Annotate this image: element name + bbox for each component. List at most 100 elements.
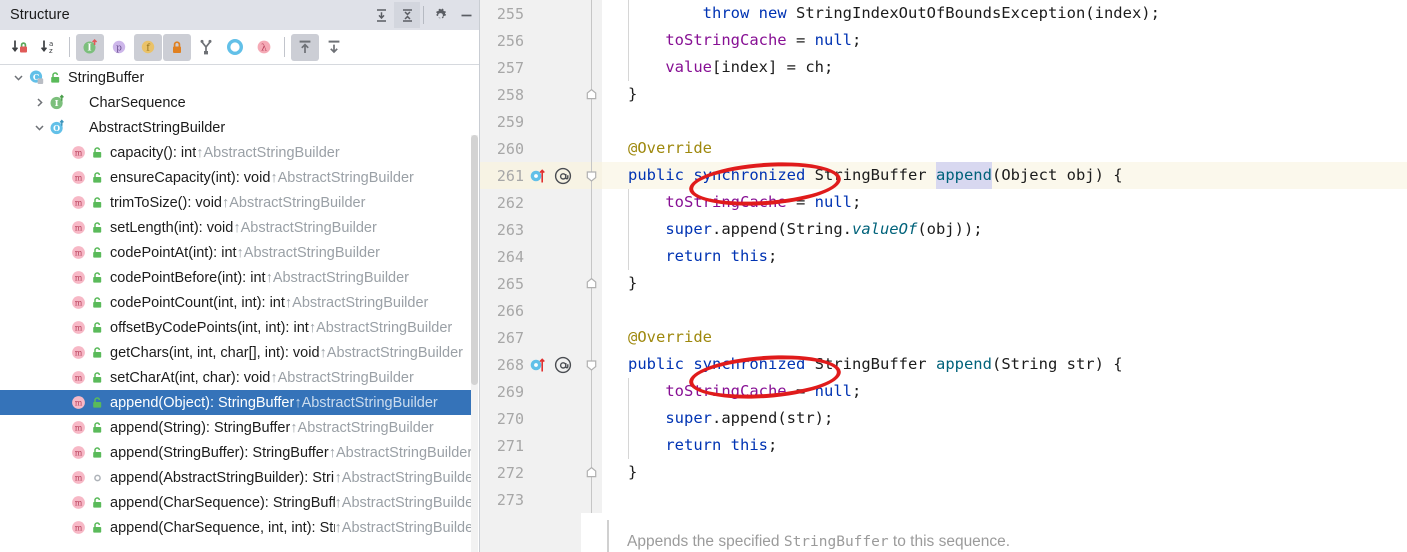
- editor-line[interactable]: 272}: [480, 459, 1407, 486]
- gutter-row[interactable]: 271: [480, 432, 581, 459]
- editor-line[interactable]: 256 toStringCache = null;: [480, 27, 1407, 54]
- show-non-public-icon[interactable]: [163, 33, 191, 61]
- tree-node[interactable]: m trimToSize(): void ↑AbstractStringBuild…: [0, 190, 478, 215]
- code-text[interactable]: [602, 297, 1407, 324]
- code-text[interactable]: toStringCache = null;: [602, 378, 1407, 405]
- gutter-row[interactable]: 257: [480, 54, 581, 81]
- fold-marker-end-icon[interactable]: [581, 270, 602, 297]
- editor-line[interactable]: 268 public synchronized StringBuffer appe…: [480, 351, 1407, 378]
- minimize-icon[interactable]: [453, 2, 479, 28]
- tree-node[interactable]: m append(CharSequence): StringBuffer ↑Abs…: [0, 490, 478, 515]
- code-editor[interactable]: 255 throw new StringIndexOutOfBoundsExce…: [480, 0, 1407, 552]
- editor-line[interactable]: 271 return this;: [480, 432, 1407, 459]
- show-lambdas-icon[interactable]: λ: [250, 34, 278, 61]
- tree-twisty-right-icon[interactable]: [31, 90, 48, 115]
- fold-chevron[interactable]: [585, 168, 598, 184]
- show-anonymous-classes-icon[interactable]: [192, 34, 220, 61]
- show-properties-icon[interactable]: p: [105, 34, 133, 61]
- code-text[interactable]: value [index] = ch;: [602, 54, 1407, 81]
- code-text[interactable]: @Override: [602, 324, 1407, 351]
- editor-line[interactable]: 263 super .append(String. valueOf (obj));: [480, 216, 1407, 243]
- editor-line[interactable]: 255 throw new StringIndexOutOfBoundsExce…: [480, 0, 1407, 27]
- gutter-row[interactable]: 262: [480, 189, 581, 216]
- gutter-row[interactable]: 267: [480, 324, 581, 351]
- tree-node[interactable]: m setLength(int): void ↑AbstractStringBui…: [0, 215, 478, 240]
- editor-line[interactable]: 259: [480, 108, 1407, 135]
- tree-node[interactable]: O AbstractStringBuilder: [0, 115, 478, 140]
- tree-node[interactable]: m codePointCount(int, int): int ↑Abstract…: [0, 290, 478, 315]
- fold-marker-start-icon[interactable]: [581, 351, 602, 378]
- gutter-row[interactable]: 256: [480, 27, 581, 54]
- override-icon[interactable]: [529, 166, 551, 186]
- gutter-row[interactable]: 266: [480, 297, 581, 324]
- editor-line[interactable]: 265}: [480, 270, 1407, 297]
- fold-marker-start-icon[interactable]: [581, 162, 602, 189]
- group-methods-icon[interactable]: [221, 34, 249, 61]
- tree-node[interactable]: m setCharAt(int, char): void ↑AbstractStr…: [0, 365, 478, 390]
- tree-node[interactable]: m getChars(int, int, char[], int): void ↑…: [0, 340, 478, 365]
- gutter-row[interactable]: 273: [480, 486, 581, 513]
- collapse-all-icon[interactable]: [320, 34, 348, 61]
- expand-all-icon[interactable]: [291, 33, 319, 61]
- structure-tree-scroll[interactable]: C StringBuffer I CharSequence O AbstractStrin…: [0, 65, 479, 552]
- gutter-row[interactable]: 272: [480, 459, 581, 486]
- code-text[interactable]: throw new StringIndexOutOfBoundsExceptio…: [602, 0, 1407, 27]
- fold-chevron[interactable]: [585, 276, 598, 292]
- gutter-row[interactable]: 265: [480, 270, 581, 297]
- editor-line[interactable]: 267 @Override: [480, 324, 1407, 351]
- code-text[interactable]: @Override: [602, 135, 1407, 162]
- code-text[interactable]: [602, 108, 1407, 135]
- code-text[interactable]: super .append(String. valueOf (obj));: [602, 216, 1407, 243]
- code-text[interactable]: return this;: [602, 432, 1407, 459]
- sort-alphabetically-icon[interactable]: a z: [35, 34, 63, 61]
- fold-chevron[interactable]: [585, 87, 598, 103]
- editor-line[interactable]: 257 value [index] = ch;: [480, 54, 1407, 81]
- annotation-icon[interactable]: [553, 355, 573, 375]
- gutter-row[interactable]: 259: [480, 108, 581, 135]
- sort-by-visibility-icon[interactable]: [6, 34, 34, 61]
- fold-marker-end-icon[interactable]: [581, 459, 602, 486]
- tree-node[interactable]: m append(CharSequence, int, int): StringB…: [0, 515, 478, 540]
- tree-scrollbar[interactable]: [471, 135, 478, 552]
- collapse-all-icon[interactable]: [394, 2, 420, 28]
- tree-node[interactable]: m append(StringBuffer): StringBuffer ↑Abs…: [0, 440, 478, 465]
- tree-node[interactable]: m append(String): StringBuffer ↑AbstractS…: [0, 415, 478, 440]
- code-text[interactable]: }: [602, 81, 1407, 108]
- editor-line[interactable]: 262 toStringCache = null;: [480, 189, 1407, 216]
- gutter-row[interactable]: 258: [480, 81, 581, 108]
- gutter-row[interactable]: 255: [480, 0, 581, 27]
- override-icon[interactable]: [529, 355, 551, 375]
- gutter-row[interactable]: 260: [480, 135, 581, 162]
- fold-chevron[interactable]: [585, 357, 598, 373]
- tree-twisty-down-icon[interactable]: [31, 115, 48, 140]
- tree-node[interactable]: m codePointBefore(int): int ↑AbstractStri…: [0, 265, 478, 290]
- tree-twisty-down-icon[interactable]: [10, 65, 27, 90]
- code-text[interactable]: public synchronized StringBuffer append(…: [602, 351, 1407, 378]
- gutter-row[interactable]: 264: [480, 243, 581, 270]
- code-text[interactable]: }: [602, 270, 1407, 297]
- tree-node[interactable]: I CharSequence: [0, 90, 478, 115]
- tree-node[interactable]: m ensureCapacity(int): void ↑AbstractStri…: [0, 165, 478, 190]
- editor-line[interactable]: 266: [480, 297, 1407, 324]
- gutter-row[interactable]: 268: [480, 351, 581, 378]
- code-text[interactable]: toStringCache = null;: [602, 27, 1407, 54]
- editor-line[interactable]: 270 super .append(str);: [480, 405, 1407, 432]
- editor-line[interactable]: 269 toStringCache = null;: [480, 378, 1407, 405]
- code-text[interactable]: toStringCache = null;: [602, 189, 1407, 216]
- show-inherited-icon[interactable]: I: [76, 33, 104, 61]
- gutter-row[interactable]: 263: [480, 216, 581, 243]
- tree-node[interactable]: m codePointAt(int): int ↑AbstractStringBu…: [0, 240, 478, 265]
- editor-line[interactable]: 258}: [480, 81, 1407, 108]
- code-text[interactable]: return this;: [602, 243, 1407, 270]
- fold-marker-end-icon[interactable]: [581, 81, 602, 108]
- tree-node[interactable]: m capacity(): int ↑AbstractStringBuilder: [0, 140, 478, 165]
- tree-node-selected[interactable]: m append(Object): StringBuffer ↑AbstractS…: [0, 390, 478, 415]
- tree-scrollbar-thumb[interactable]: [471, 135, 478, 385]
- tree-node[interactable]: m append(AbstractStringBuilder): StringBu…: [0, 465, 478, 490]
- annotation-icon[interactable]: [553, 166, 573, 186]
- expand-all-icon[interactable]: [368, 2, 394, 28]
- editor-line[interactable]: 260 @Override: [480, 135, 1407, 162]
- fold-chevron[interactable]: [585, 465, 598, 481]
- gear-icon[interactable]: [427, 2, 453, 28]
- gutter-row[interactable]: 269: [480, 378, 581, 405]
